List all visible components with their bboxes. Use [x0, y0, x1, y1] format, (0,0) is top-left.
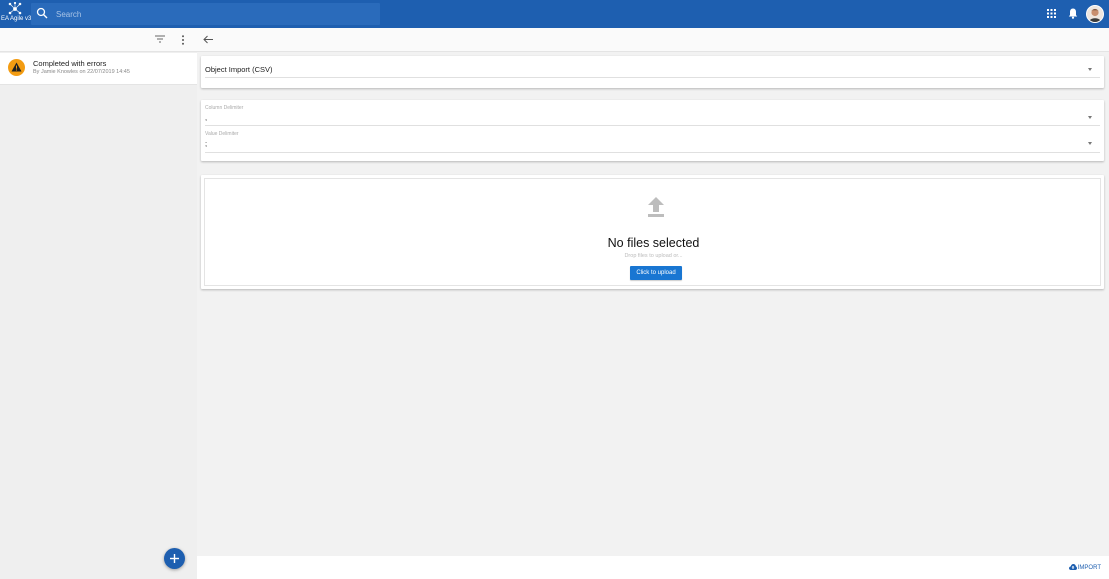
value-delimiter-select[interactable]: ;: [205, 139, 207, 148]
search-icon[interactable]: [36, 7, 48, 19]
add-import-button[interactable]: [164, 548, 185, 569]
import-button[interactable]: IMPORT: [1068, 564, 1101, 571]
logo-text: EA Agile v3: [1, 16, 32, 22]
import-job-item[interactable]: Completed with errors By Jamie Knowles o…: [0, 53, 197, 85]
plus-icon: [170, 554, 179, 563]
filter-icon[interactable]: [155, 35, 165, 43]
main-toolbar: [197, 28, 1109, 52]
bottom-action-bar: IMPORT: [197, 556, 1109, 579]
select-underline: [205, 152, 1100, 153]
top-bar: EA Agile v3: [0, 0, 1109, 28]
import-history-panel: Completed with errors By Jamie Knowles o…: [0, 28, 197, 579]
user-photo-icon: [1087, 6, 1103, 22]
click-to-upload-button[interactable]: Click to upload: [630, 266, 682, 280]
left-toolbar: [0, 28, 197, 52]
app-logo[interactable]: EA Agile v3: [0, 0, 32, 28]
value-delimiter-label: Value Delimiter: [205, 131, 239, 137]
column-delimiter-label: Column Delimiter: [205, 105, 244, 111]
network-logo-icon: [8, 2, 22, 15]
cloud-upload-icon: [1068, 564, 1077, 570]
select-underline: [205, 125, 1100, 126]
import-type-select[interactable]: Object Import (CSV): [205, 65, 273, 74]
import-type-card: Object Import (CSV): [201, 56, 1104, 88]
column-delimiter-select[interactable]: ,: [205, 113, 207, 122]
notifications-bell-icon[interactable]: [1068, 8, 1078, 19]
upload-icon: [648, 197, 664, 217]
import-button-label: IMPORT: [1077, 565, 1101, 571]
job-status-text: Completed with errors: [33, 59, 107, 68]
back-arrow-icon[interactable]: [203, 35, 213, 44]
more-vertical-icon[interactable]: [181, 35, 185, 45]
select-underline: [205, 77, 1100, 78]
dropdown-arrow-icon[interactable]: [1088, 142, 1092, 145]
dropdown-arrow-icon[interactable]: [1088, 68, 1092, 71]
file-dropzone[interactable]: No files selected Drop files to upload o…: [204, 178, 1101, 286]
warning-icon: [8, 59, 25, 76]
job-meta-text: By Jamie Knowles on 22/07/2019 14:45: [33, 69, 130, 75]
drop-hint-text: Drop files to upload or...: [624, 253, 683, 259]
search-input[interactable]: [56, 7, 356, 21]
no-files-title: No files selected: [607, 236, 700, 250]
dropdown-arrow-icon[interactable]: [1088, 116, 1092, 119]
delimiter-settings-card: Column Delimiter , Value Delimiter ;: [201, 100, 1104, 161]
user-avatar[interactable]: [1086, 5, 1104, 23]
file-upload-card: No files selected Drop files to upload o…: [201, 175, 1104, 289]
search-box[interactable]: [31, 3, 380, 25]
apps-grid-icon[interactable]: [1047, 9, 1056, 18]
